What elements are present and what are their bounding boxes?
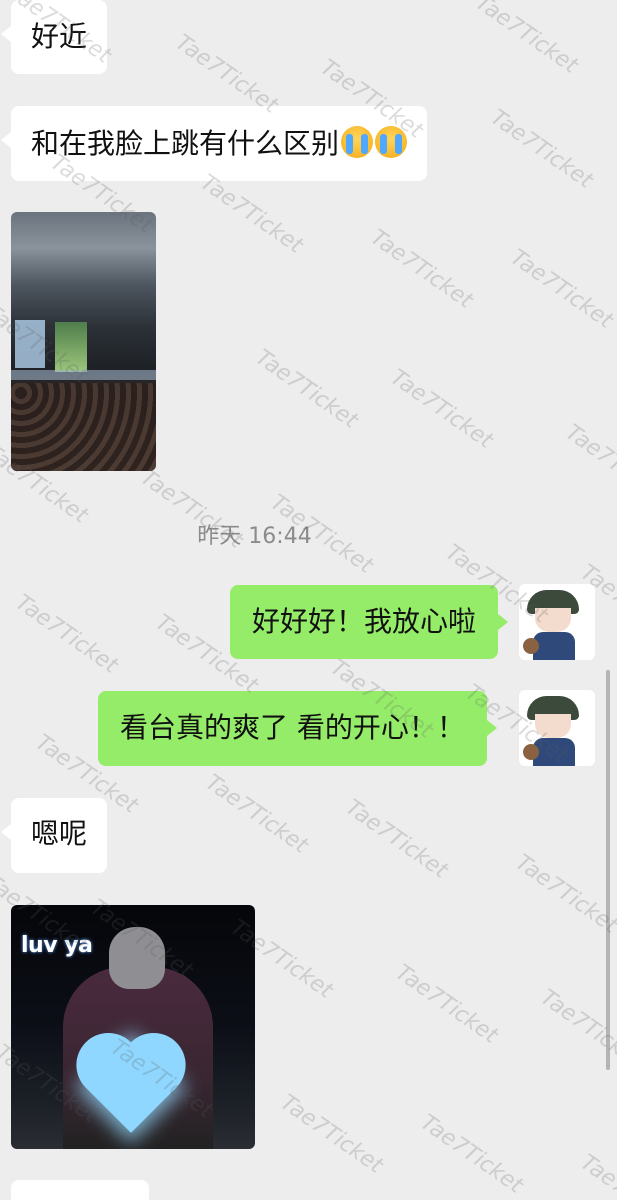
avatar-face xyxy=(535,714,571,738)
avatar-bear xyxy=(523,638,539,654)
message-bubble-incoming-partial[interactable] xyxy=(11,1180,149,1200)
watermark-text: Tae7Ticket xyxy=(195,170,308,259)
sticker-caption: luv ya xyxy=(21,933,93,958)
stage-lights xyxy=(11,370,156,380)
watermark-text: Tae7Ticket xyxy=(10,590,123,679)
message-text: 嗯呢 xyxy=(31,817,88,850)
watermark-text: Tae7Ticket xyxy=(485,105,598,194)
audience-crowd xyxy=(11,383,156,471)
watermark-text: Tae7Ticket xyxy=(575,1150,617,1200)
watermark-text: Tae7Ticket xyxy=(275,1090,388,1179)
watermark-text: Tae7Ticket xyxy=(340,795,453,884)
watermark-text: Tae7Ticket xyxy=(560,420,617,509)
scrollbar[interactable] xyxy=(606,670,610,1070)
stage-screen-left xyxy=(15,320,45,368)
watermark-text: Tae7Ticket xyxy=(535,985,617,1074)
message-bubble-incoming[interactable]: 和在我脸上跳有什么区别 xyxy=(0,106,428,181)
selfie-photo-message[interactable]: luv ya xyxy=(11,905,255,1149)
chat-window: 好近 和在我脸上跳有什么区别 昨天 16:44 好好好！我放心啦 看台真的爽了 … xyxy=(0,0,617,1200)
person-hood xyxy=(109,927,165,989)
watermark-text: Tae7Ticket xyxy=(505,245,617,334)
watermark-text: Tae7Ticket xyxy=(365,225,478,314)
message-text: 好近 xyxy=(31,20,88,53)
message-timestamp: 昨天 16:44 xyxy=(197,524,312,549)
message-text: 和在我脸上跳有什么区别 xyxy=(31,127,340,160)
watermark-text: Tae7Ticket xyxy=(385,365,498,454)
watermark-text: Tae7Ticket xyxy=(200,770,313,859)
crying-face-icon xyxy=(341,126,374,158)
message-bubble-incoming[interactable]: 好近 xyxy=(0,0,108,74)
avatar-bear xyxy=(523,744,539,760)
crying-face-icon xyxy=(375,126,408,158)
avatar-face xyxy=(535,608,571,632)
watermark-text: Tae7Ticket xyxy=(510,850,617,939)
message-text: 好好好！我放心啦 xyxy=(252,605,477,638)
concert-photo-message[interactable] xyxy=(11,212,156,471)
avatar-body xyxy=(533,738,575,766)
message-bubble-outgoing[interactable]: 好好好！我放心啦 xyxy=(230,585,509,659)
watermark-text: Tae7Ticket xyxy=(415,1110,528,1199)
message-text: 看台真的爽了 看的开心！！ xyxy=(120,711,465,744)
user-avatar[interactable] xyxy=(519,584,595,660)
user-avatar[interactable] xyxy=(519,690,595,766)
avatar-body xyxy=(533,632,575,660)
watermark-text: Tae7Ticket xyxy=(390,960,503,1049)
message-bubble-outgoing[interactable]: 看台真的爽了 看的开心！！ xyxy=(98,691,497,766)
message-bubble-incoming[interactable]: 嗯呢 xyxy=(0,798,108,873)
stage-screen-center xyxy=(55,322,87,372)
watermark-text: Tae7Ticket xyxy=(470,0,583,79)
watermark-text: Tae7Ticket xyxy=(250,345,363,434)
